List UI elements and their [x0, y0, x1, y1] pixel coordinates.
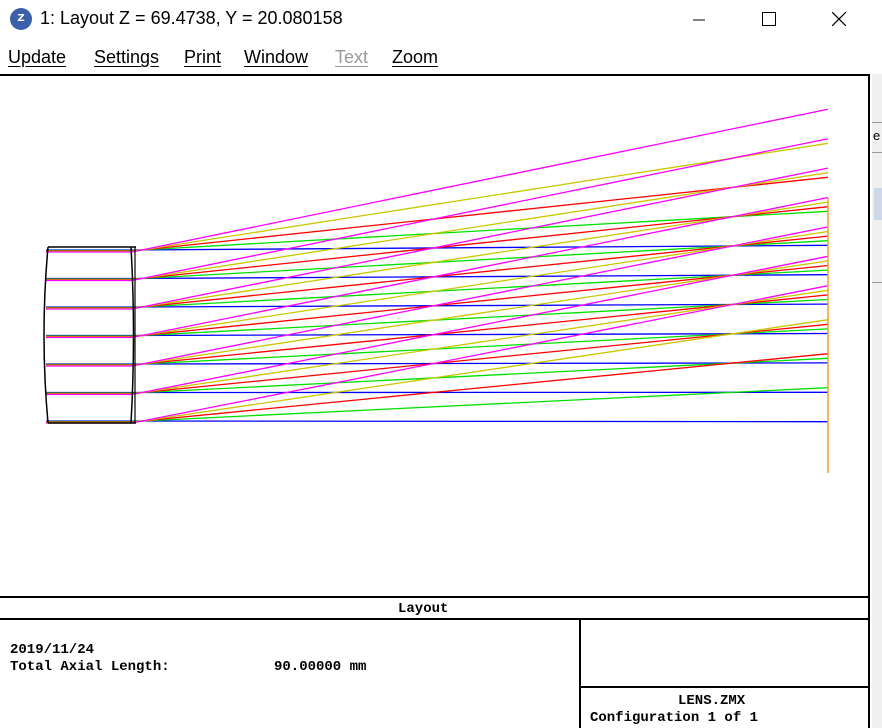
- ray-line: [131, 196, 829, 339]
- total-axial-length-value: 90.00000 mm: [274, 659, 367, 675]
- footer-title: Layout: [398, 601, 449, 617]
- footer-date: 2019/11/24: [10, 642, 95, 658]
- layout-drawing: [0, 108, 870, 728]
- configuration-label: Configuration 1 of 1: [590, 710, 759, 726]
- ray-line: [131, 420, 829, 423]
- ray-line: [131, 167, 829, 310]
- total-axial-length-label: Total Axial Length:: [10, 659, 170, 675]
- lens-file-name: LENS.ZMX: [678, 693, 746, 709]
- ray-bundles: [46, 108, 829, 424]
